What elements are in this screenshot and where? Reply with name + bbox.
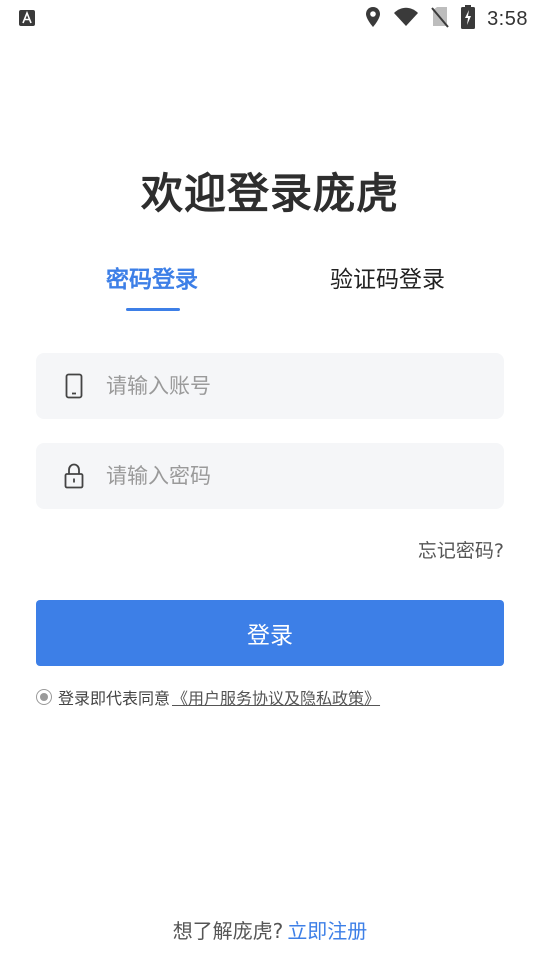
agreement-text: 登录即代表同意 bbox=[58, 689, 171, 708]
login-button[interactable]: 登录 bbox=[36, 600, 504, 666]
location-icon bbox=[365, 6, 381, 32]
app-notification-icon bbox=[18, 9, 36, 27]
agreement-row: 登录即代表同意 《用户服务协议及隐私政策》 bbox=[36, 685, 380, 709]
password-field[interactable] bbox=[36, 443, 504, 509]
tab-active-indicator bbox=[126, 308, 180, 311]
register-link[interactable]: 立即注册 bbox=[287, 919, 367, 943]
status-time: 3:58 bbox=[487, 7, 528, 30]
status-bar: 3:58 bbox=[0, 0, 540, 38]
forgot-password-link[interactable]: 忘记密码? bbox=[418, 536, 504, 563]
agreement-policy-link[interactable]: 《用户服务协议及隐私政策》 bbox=[172, 685, 380, 709]
page-title: 欢迎登录庞虎 bbox=[140, 169, 399, 218]
tab-password-login[interactable]: 密码登录 bbox=[106, 260, 198, 294]
phone-icon bbox=[62, 372, 86, 400]
lock-icon bbox=[62, 462, 86, 490]
account-field[interactable] bbox=[36, 353, 504, 419]
agreement-radio-dot bbox=[40, 693, 48, 701]
footer: 想了解庞虎? 立即注册 bbox=[0, 915, 540, 944]
login-screen: 3:58 欢迎登录庞虎 密码登录 验证码登录 忘记密码? 登录 bbox=[0, 0, 540, 960]
tab-sms-login[interactable]: 验证码登录 bbox=[330, 260, 445, 294]
password-input[interactable] bbox=[104, 463, 468, 489]
battery-charging-icon bbox=[461, 5, 476, 33]
wifi-icon bbox=[393, 7, 419, 31]
agreement-radio[interactable] bbox=[36, 689, 52, 705]
footer-prompt: 想了解庞虎? bbox=[172, 919, 284, 943]
status-icons: 3:58 bbox=[365, 5, 528, 33]
account-input[interactable] bbox=[104, 373, 468, 399]
no-sim-icon bbox=[431, 6, 449, 32]
